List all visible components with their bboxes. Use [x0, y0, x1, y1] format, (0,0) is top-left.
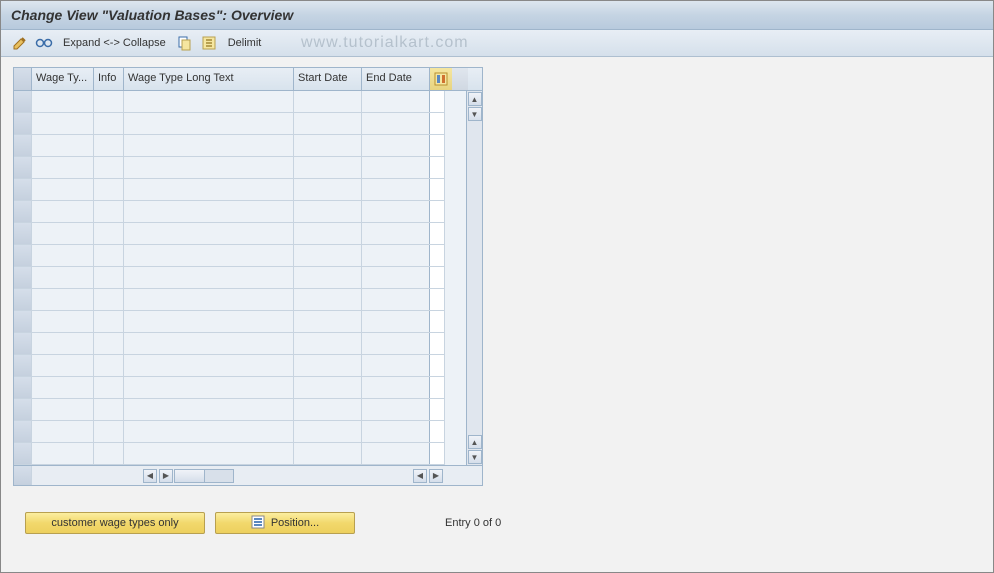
hscroll-thumb[interactable]: [175, 470, 205, 482]
config-col-spacer: [444, 91, 466, 465]
table-row[interactable]: [14, 355, 444, 377]
scroll-up-icon[interactable]: ▲: [468, 435, 482, 449]
table-row[interactable]: [14, 157, 444, 179]
select-all-icon[interactable]: [200, 34, 218, 52]
footer-bar: customer wage types only Position... Ent…: [13, 504, 981, 542]
data-table: Wage Ty... Info Wage Type Long Text Star…: [13, 67, 483, 486]
table-header-row: Wage Ty... Info Wage Type Long Text Star…: [14, 68, 482, 91]
table-row[interactable]: [14, 443, 444, 465]
table-row[interactable]: [14, 377, 444, 399]
delimit-button[interactable]: Delimit: [224, 37, 266, 49]
copy-icon[interactable]: [176, 34, 194, 52]
table-rows-area: [14, 91, 444, 465]
page-title: Change View "Valuation Bases": Overview: [11, 7, 983, 23]
hscroll-track[interactable]: [174, 469, 234, 483]
vertical-scrollbar[interactable]: ▲ ▼ ▲ ▼: [466, 91, 482, 465]
table-row[interactable]: [14, 311, 444, 333]
table-row[interactable]: [14, 223, 444, 245]
customer-wage-types-label: customer wage types only: [51, 517, 178, 529]
table-row[interactable]: [14, 421, 444, 443]
edit-icon[interactable]: [11, 34, 29, 52]
table-row[interactable]: [14, 399, 444, 421]
table-row[interactable]: [14, 179, 444, 201]
select-all-header[interactable]: [14, 68, 32, 90]
watermark-text: www.tutorialkart.com: [301, 34, 469, 52]
table-body: ▲ ▼ ▲ ▼: [14, 91, 482, 465]
col-long-text[interactable]: Wage Type Long Text: [124, 68, 294, 90]
customer-wage-types-button[interactable]: customer wage types only: [25, 512, 205, 534]
position-button[interactable]: Position...: [215, 512, 355, 534]
expand-collapse-button[interactable]: Expand <-> Collapse: [59, 37, 170, 49]
scroll-right-icon[interactable]: ▶: [159, 469, 173, 483]
table-settings-icon[interactable]: [430, 68, 452, 90]
hscroll-corner: [14, 466, 32, 485]
table-row[interactable]: [14, 135, 444, 157]
scroll-left-icon[interactable]: ◀: [413, 469, 427, 483]
table-row[interactable]: [14, 245, 444, 267]
col-end-date[interactable]: End Date: [362, 68, 430, 90]
col-start-date[interactable]: Start Date: [294, 68, 362, 90]
scroll-down-icon[interactable]: ▼: [468, 107, 482, 121]
scroll-up-icon[interactable]: ▲: [468, 92, 482, 106]
table-row[interactable]: [14, 91, 444, 113]
table-row[interactable]: [14, 201, 444, 223]
position-icon: [251, 515, 265, 532]
display-icon[interactable]: [35, 34, 53, 52]
entry-count-text: Entry 0 of 0: [445, 517, 501, 529]
vscroll-header-spacer: [452, 68, 468, 90]
position-label: Position...: [271, 517, 319, 529]
table-row[interactable]: [14, 267, 444, 289]
scroll-left-icon[interactable]: ◀: [143, 469, 157, 483]
page-header: Change View "Valuation Bases": Overview: [1, 1, 993, 30]
table-row[interactable]: [14, 113, 444, 135]
col-wage-type[interactable]: Wage Ty...: [32, 68, 94, 90]
col-info[interactable]: Info: [94, 68, 124, 90]
toolbar: Expand <-> Collapse Delimit www.tutorial…: [1, 30, 993, 57]
table-row[interactable]: [14, 333, 444, 355]
scroll-right-icon[interactable]: ▶: [429, 469, 443, 483]
content-area: Wage Ty... Info Wage Type Long Text Star…: [1, 57, 993, 552]
table-row[interactable]: [14, 289, 444, 311]
scroll-down-icon[interactable]: ▼: [468, 450, 482, 464]
horizontal-scrollbar[interactable]: ◀ ▶ ◀ ▶: [14, 465, 482, 485]
